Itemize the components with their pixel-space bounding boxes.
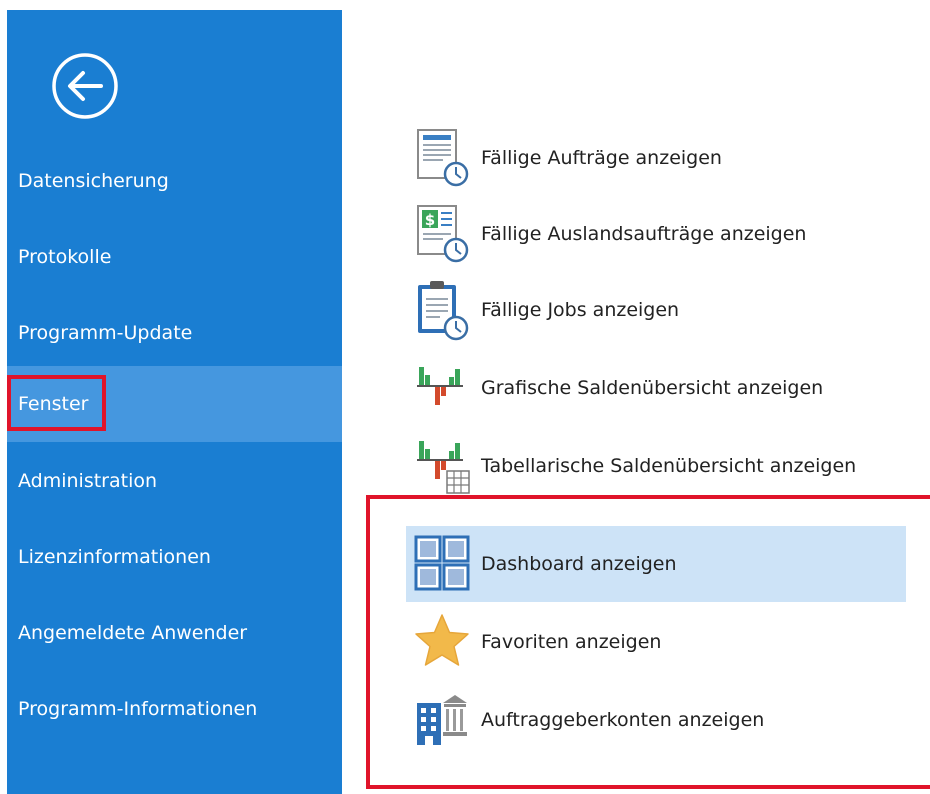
table-balance-chart-icon	[406, 430, 478, 502]
menu-item-label: Fällige Jobs anzeigen	[481, 299, 680, 321]
sidebar-item-label: Datensicherung	[18, 170, 169, 192]
sidebar-item-label: Lizenzinformationen	[18, 546, 211, 568]
sidebar-item-protokolle[interactable]: Protokolle	[7, 219, 342, 295]
sidebar-item-label: Angemeldete Anwender	[18, 622, 248, 644]
annotation-highlight-box	[366, 495, 930, 789]
graphic-balance-chart-icon	[406, 352, 478, 424]
annotation-highlight-box	[7, 375, 106, 431]
sidebar-item-label: Programm-Informationen	[18, 698, 258, 720]
menu-item-label: Grafische Saldenübersicht anzeigen	[481, 377, 824, 399]
sidebar-item-programm-update[interactable]: Programm-Update	[7, 295, 342, 371]
sidebar-item-label: Protokolle	[18, 246, 112, 268]
menu-item-faellige-jobs[interactable]: Fällige Jobs anzeigen	[406, 272, 906, 348]
menu-item-label: Tabellarische Saldenübersicht anzeigen	[481, 455, 857, 477]
backstage-sidebar: Datensicherung Protokolle Programm-Updat…	[7, 10, 342, 794]
due-jobs-icon	[406, 274, 478, 346]
sidebar-item-label: Programm-Update	[18, 322, 193, 344]
menu-item-faellige-auslandsauftraege[interactable]: $ Fällige Auslandsaufträge anzeigen	[406, 196, 906, 272]
due-foreign-orders-icon: $	[406, 198, 478, 270]
svg-text:$: $	[425, 211, 435, 229]
sidebar-item-datensicherung[interactable]: Datensicherung	[7, 143, 342, 219]
menu-item-faellige-auftraege[interactable]: Fällige Aufträge anzeigen	[406, 120, 906, 196]
sidebar-item-lizenzinformationen[interactable]: Lizenzinformationen	[7, 519, 342, 595]
menu-item-label: Fällige Aufträge anzeigen	[481, 147, 722, 169]
back-button[interactable]	[49, 50, 121, 122]
menu-item-grafische-saldenuebersicht[interactable]: Grafische Saldenübersicht anzeigen	[406, 350, 906, 426]
sidebar-item-programm-informationen[interactable]: Programm-Informationen	[7, 671, 342, 747]
sidebar-item-angemeldete-anwender[interactable]: Angemeldete Anwender	[7, 595, 342, 671]
sidebar-item-label: Administration	[18, 470, 158, 492]
sidebar-item-administration[interactable]: Administration	[7, 443, 342, 519]
menu-item-label: Fällige Auslandsaufträge anzeigen	[481, 223, 807, 245]
back-arrow-icon	[52, 53, 118, 119]
menu-item-tabellarische-saldenuebersicht[interactable]: Tabellarische Saldenübersicht anzeigen	[406, 428, 906, 504]
due-orders-icon	[406, 122, 478, 194]
